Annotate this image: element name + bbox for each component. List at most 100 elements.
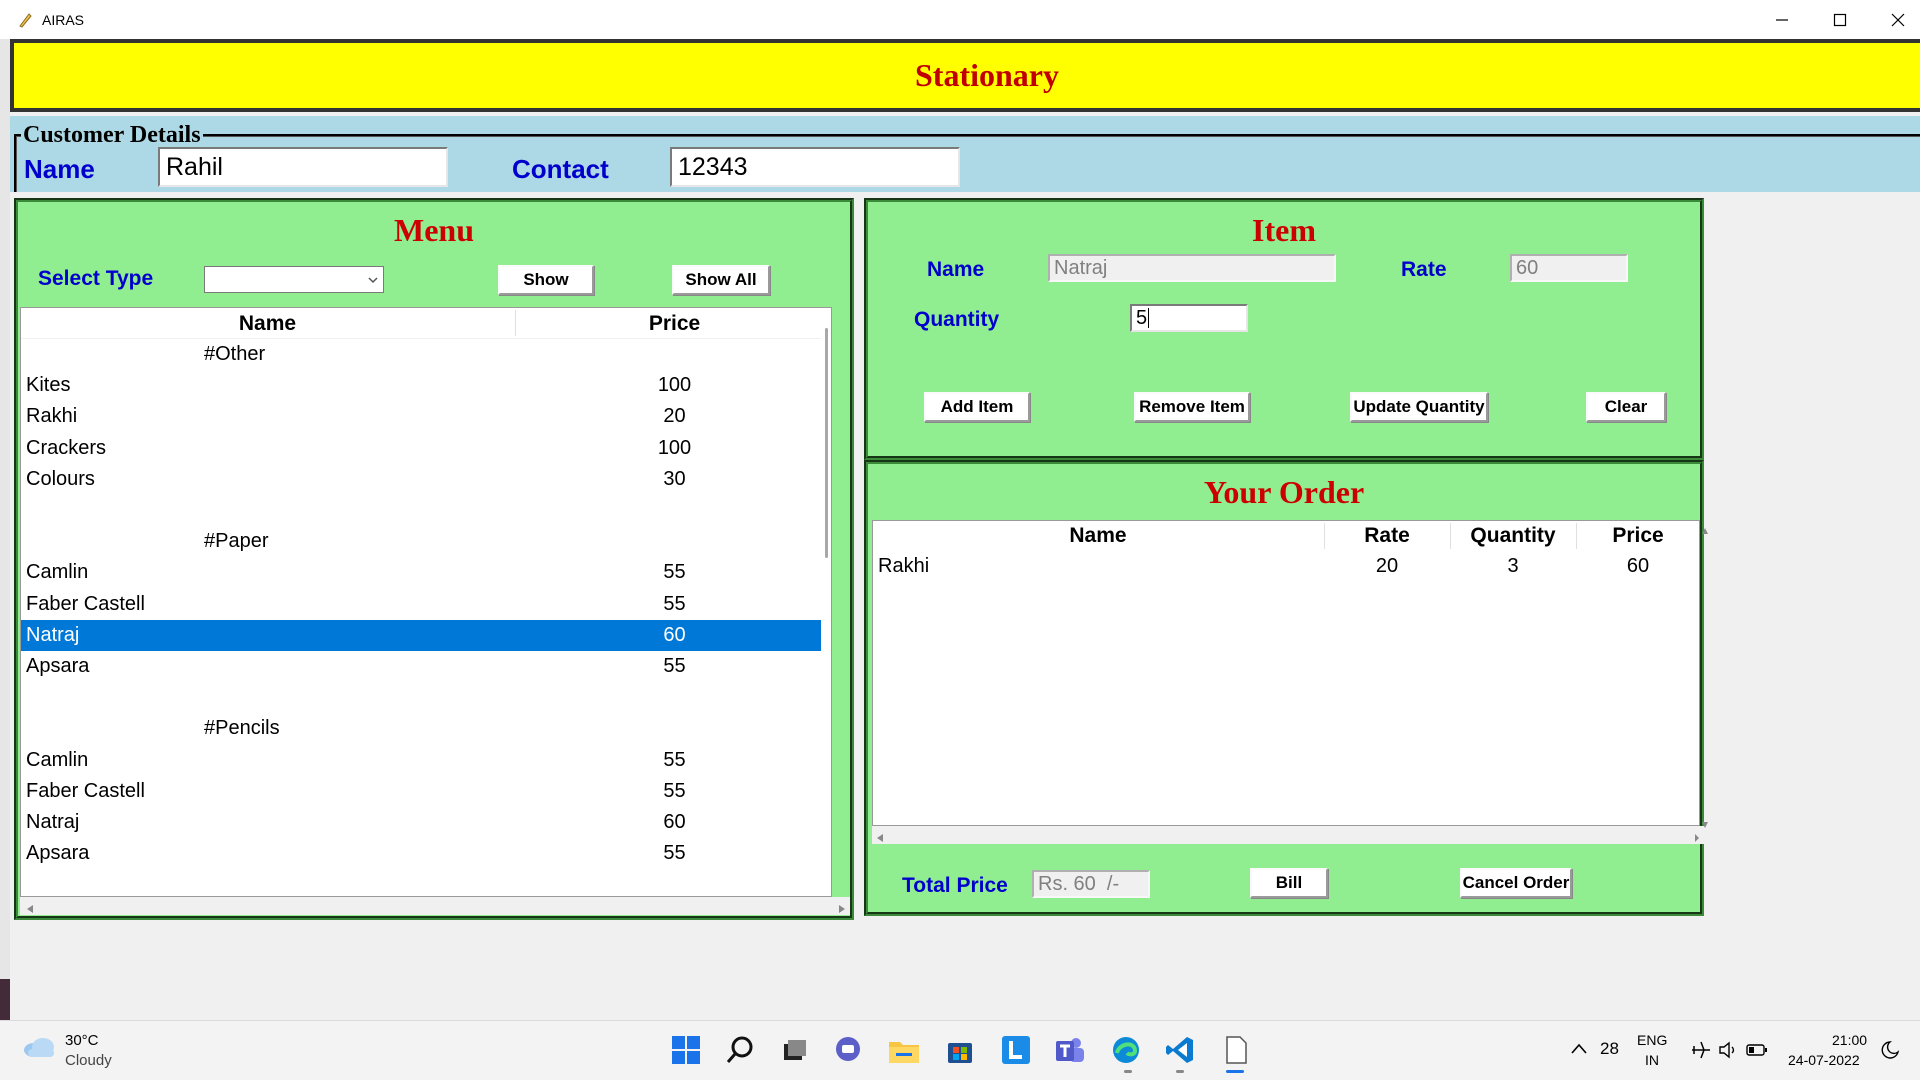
menu-item-row[interactable]: Rakhi 20 <box>21 401 826 432</box>
volume-icon[interactable] <box>1717 1040 1739 1065</box>
scroll-up-icon[interactable] <box>1702 522 1708 540</box>
weather-description[interactable]: Cloudy <box>65 1052 112 1069</box>
show-button[interactable]: Show <box>498 265 594 295</box>
menu-vertical-scrollbar[interactable] <box>821 308 831 896</box>
chevron-up-icon[interactable] <box>1570 1042 1588 1061</box>
order-quantity: 3 <box>1507 555 1519 577</box>
menu-item-name: Faber Castell <box>26 592 145 615</box>
update-quantity-button[interactable]: Update Quantity <box>1350 392 1488 422</box>
teams-icon[interactable] <box>1052 1032 1088 1068</box>
menu-title: Menu <box>394 212 474 248</box>
menu-item-row[interactable]: Kites 100 <box>21 370 826 401</box>
airplane-icon[interactable] <box>1690 1040 1712 1065</box>
menu-horizontal-scrollbar[interactable] <box>20 897 850 915</box>
edge-icon[interactable] <box>1108 1032 1144 1068</box>
order-vertical-scrollbar[interactable] <box>1702 520 1708 828</box>
show-all-button[interactable]: Show All <box>672 265 770 295</box>
select-type-label: Select Type <box>38 267 154 290</box>
store-icon[interactable] <box>942 1032 978 1068</box>
menu-item-row[interactable] <box>21 495 826 526</box>
clear-button[interactable]: Clear <box>1586 392 1666 422</box>
order-horizontal-scrollbar[interactable] <box>872 826 1704 844</box>
order-table-header: Name Rate Quantity Price <box>873 521 1699 551</box>
scroll-left-icon[interactable] <box>26 901 34 919</box>
search-icon[interactable] <box>722 1032 758 1068</box>
menu-item-row[interactable]: Faber Castell 55 <box>21 776 826 807</box>
task-view-icon[interactable] <box>776 1032 812 1068</box>
order-col-name[interactable]: Name <box>873 524 1323 548</box>
l-app-icon[interactable] <box>998 1032 1034 1068</box>
menu-category-row[interactable]: #Other <box>21 339 826 370</box>
menu-scroll-thumb[interactable] <box>825 328 828 558</box>
scroll-left-icon[interactable] <box>876 830 884 848</box>
menu-item-price: 55 <box>663 842 686 865</box>
order-col-price[interactable]: Price <box>1577 524 1699 548</box>
chat-icon[interactable] <box>830 1032 866 1068</box>
order-price: 60 <box>1626 555 1650 577</box>
order-name: Rakhi <box>878 555 930 577</box>
minimize-button[interactable] <box>1753 0 1811 39</box>
close-button[interactable] <box>1869 0 1920 39</box>
start-icon[interactable] <box>668 1032 704 1068</box>
notepad-active-indicator <box>1226 1070 1244 1073</box>
menu-col-price[interactable]: Price <box>516 312 831 336</box>
quantity-input[interactable]: 5 <box>1130 304 1248 332</box>
menu-item-name: #Other <box>204 343 266 365</box>
menu-col-name[interactable]: Name <box>21 312 514 336</box>
menu-item-row[interactable] <box>21 682 826 713</box>
battery-icon[interactable] <box>1746 1041 1768 1064</box>
window-title: AIRAS <box>42 11 85 28</box>
notification-icon[interactable] <box>1880 1040 1900 1065</box>
menu-item-row[interactable]: Faber Castell 55 <box>21 589 826 620</box>
menu-item-name: Apsara <box>26 655 90 677</box>
contact-label: Contact <box>512 154 609 184</box>
menu-item-row[interactable]: Apsara 55 <box>21 838 826 869</box>
menu-item-row[interactable]: Colours 30 <box>21 464 826 495</box>
menu-item-row[interactable]: Natraj 60 <box>21 807 826 838</box>
menu-item-price: 55 <box>663 561 686 584</box>
menu-item-row[interactable]: Apsara 55 <box>21 651 826 682</box>
scroll-right-icon[interactable] <box>838 901 846 919</box>
clock-time[interactable]: 21:00 <box>1832 1032 1867 1048</box>
menu-category-row[interactable]: #Pencils <box>21 713 826 744</box>
customer-name-input[interactable]: Rahil <box>158 147 448 187</box>
menu-item-price: 55 <box>663 655 686 677</box>
cancel-order-button[interactable]: Cancel Order <box>1460 868 1572 898</box>
menu-item-name: Colours <box>26 467 95 490</box>
contact-input[interactable]: 12343 <box>670 147 960 187</box>
chevron-down-icon <box>367 273 379 291</box>
bill-button[interactable]: Bill <box>1250 868 1328 898</box>
menu-item-price: 60 <box>663 623 686 646</box>
remove-item-button[interactable]: Remove Item <box>1134 392 1250 422</box>
menu-item-price: 100 <box>657 374 692 397</box>
menu-item-row[interactable]: Camlin 55 <box>21 745 826 776</box>
menu-item-row[interactable]: Crackers 100 <box>21 433 826 464</box>
clock-date[interactable]: 24-07-2022 <box>1788 1052 1860 1068</box>
order-col-quantity[interactable]: Quantity <box>1451 524 1575 548</box>
language-indicator[interactable]: ENG <box>1637 1032 1667 1048</box>
menu-item-price: 20 <box>663 405 686 428</box>
select-type-dropdown[interactable] <box>204 266 384 293</box>
maximize-button[interactable] <box>1811 0 1869 39</box>
total-price-label: Total Price <box>902 874 1008 897</box>
vscode-icon[interactable] <box>1162 1032 1198 1068</box>
vscode-running-indicator <box>1176 1070 1184 1073</box>
file-explorer-icon[interactable] <box>886 1032 922 1068</box>
customer-details-section: Customer Details Name Rahil Contact 1234… <box>10 116 1920 192</box>
order-rate: 20 <box>1375 555 1399 577</box>
notepad-icon[interactable] <box>1218 1032 1254 1068</box>
order-title: Your Order <box>1203 474 1365 510</box>
weather-temperature[interactable]: 30°C <box>65 1032 99 1049</box>
menu-table[interactable]: Name Price #Other Kites 100 Rakhi 20 Crackers… <box>20 307 832 897</box>
menu-item-row[interactable]: Natraj 60 <box>21 619 826 651</box>
add-item-button[interactable]: Add Item <box>924 392 1030 422</box>
order-row[interactable]: Rakhi 20 3 60 <box>873 551 1699 582</box>
menu-item-row[interactable]: Camlin 55 <box>21 557 826 588</box>
order-table[interactable]: Name Rate Quantity Price Rakhi 20 3 60 <box>872 520 1700 826</box>
menu-category-row[interactable]: #Paper <box>21 526 826 557</box>
order-col-rate[interactable]: Rate <box>1325 524 1449 548</box>
scroll-right-icon[interactable] <box>1694 830 1700 848</box>
cloudy-weather-icon[interactable] <box>22 1036 56 1063</box>
tray-count[interactable]: 28 <box>1600 1039 1619 1059</box>
language-region[interactable]: IN <box>1645 1052 1659 1068</box>
